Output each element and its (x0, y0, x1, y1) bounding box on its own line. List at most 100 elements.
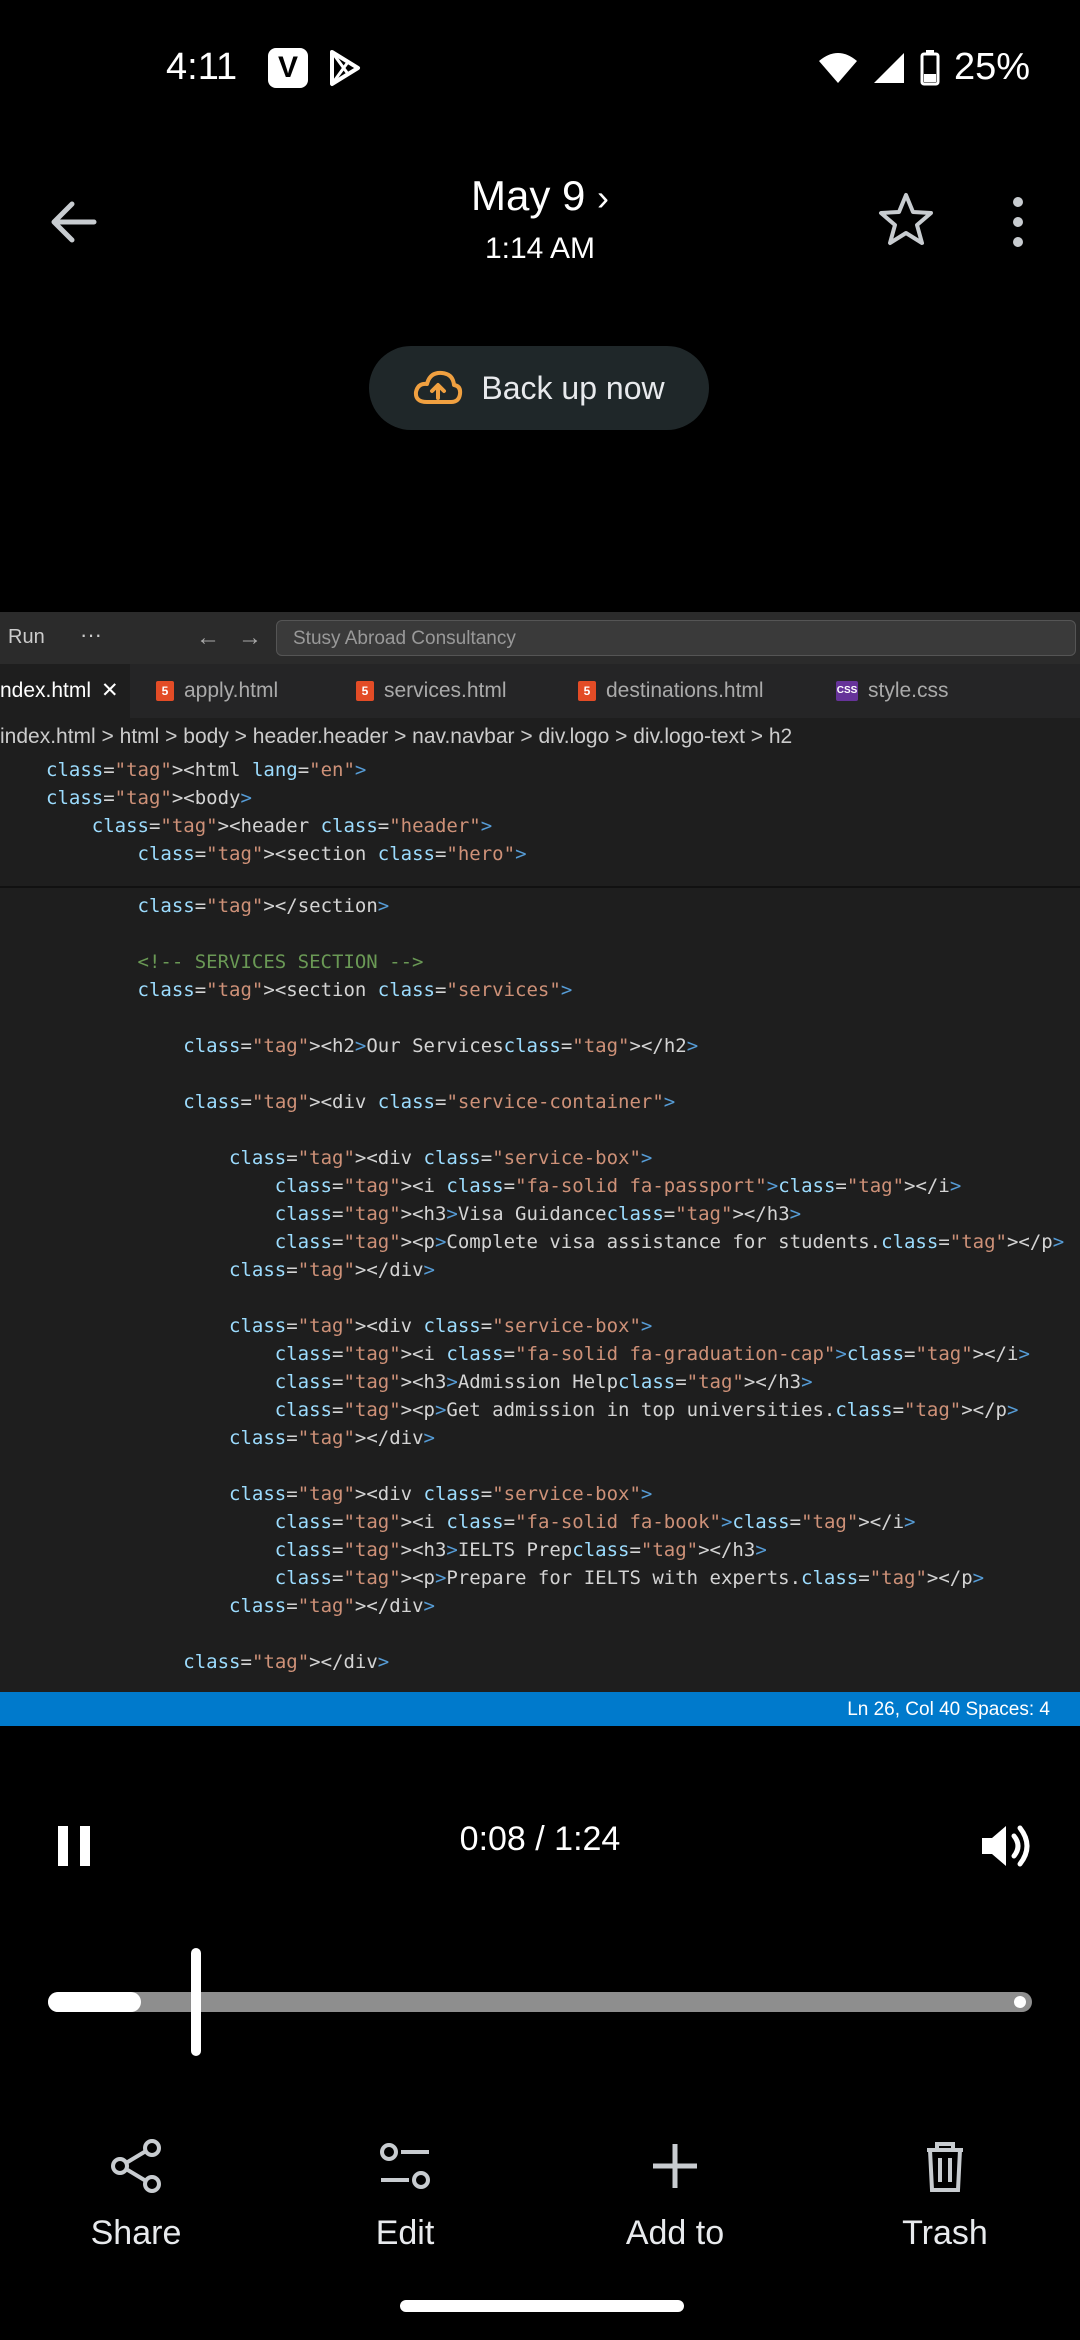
back-up-label: Back up now (481, 369, 665, 406)
code-line: class="tag"><div class="service-containe… (183, 1091, 676, 1113)
tab-index: ndex.html ✕ (0, 664, 130, 718)
code-line: <!-- SERVICES SECTION --> (46, 951, 424, 973)
seek-thumb[interactable] (191, 1948, 202, 2056)
code-line: class="tag"><div class="service-box"> (229, 1315, 653, 1337)
nav-arrows-icon: ←→ (196, 624, 280, 651)
code-line: class="tag"><p>Complete visa assistance … (274, 1231, 1065, 1253)
code-line: class="tag"><body> (46, 787, 252, 809)
crumb: index.html (0, 725, 96, 748)
code-line: class="tag"><p>Prepare for IELTS with ex… (274, 1567, 985, 1589)
edit-label: Edit (375, 2214, 435, 2252)
playback-time: 0:08 / 1:24 (459, 1820, 621, 1858)
more-horiz-icon: ··· (80, 622, 102, 647)
add-to-button[interactable]: Add to (575, 2136, 775, 2253)
tab-destinations: 5 destinations.html (578, 664, 764, 718)
home-indicator (400, 2300, 684, 2312)
tab-label: apply.html (184, 679, 279, 702)
code-line: class="tag"></div> (183, 1651, 390, 1673)
html5-icon: 5 (356, 681, 374, 701)
code-line: class="tag"><i class="fa-solid fa-passpo… (274, 1175, 962, 1197)
tab-services: 5 services.html (356, 664, 507, 718)
cloud-upload-icon (414, 370, 463, 404)
html5-icon: 5 (156, 681, 174, 701)
edit-sliders-icon (380, 2143, 430, 2189)
share-button[interactable]: Share (36, 2136, 236, 2253)
tab-label: services.html (384, 679, 507, 702)
code-line: class="tag"><section class="hero"> (137, 843, 527, 865)
close-icon: ✕ (101, 679, 119, 702)
crumb: nav.navbar (412, 725, 515, 748)
editor-search-box: Stusy Abroad Consultancy (276, 620, 1076, 656)
chevron-right-icon: › (597, 177, 610, 218)
sticky-scroll-code: class="tag"><html lang="en"> class="tag">… (0, 756, 1080, 888)
tab-label: style.css (868, 679, 949, 702)
date-text: May 9 (470, 172, 586, 219)
cursor-position: Ln 26, Col 40 Spaces: 4 (847, 1699, 1050, 1720)
code-line: class="tag"></section> (137, 895, 390, 917)
crumb: h2 (768, 725, 793, 748)
trash-button[interactable]: Trash (845, 2136, 1045, 2253)
wifi-icon (818, 52, 857, 83)
crumb: div.logo (538, 725, 610, 748)
editor-titlebar: Run ··· ←→ Stusy Abroad Consultancy (0, 612, 1080, 664)
status-app-icons: V (268, 48, 364, 88)
edit-button[interactable]: Edit (305, 2136, 505, 2253)
status-time: 4:11 (166, 46, 238, 88)
add-icon (653, 2144, 697, 2188)
star-icon[interactable] (876, 190, 936, 250)
add-to-label: Add to (625, 2214, 725, 2252)
code-line: class="tag"><h2>Our Servicesclass="tag">… (183, 1035, 699, 1057)
tab-label: ndex.html (0, 679, 92, 702)
status-right: 25% (818, 46, 1030, 89)
trash-label: Trash (902, 2214, 988, 2252)
code-line: class="tag"><i class="fa-solid fa-gradua… (274, 1343, 1030, 1365)
code-line: class="tag"></div> (229, 1427, 435, 1449)
code-line: class="tag"><p>Get admission in top univ… (274, 1399, 1019, 1421)
crumb: div.logo-text (633, 725, 745, 748)
crumb: html (119, 725, 160, 748)
v-app-icon: V (268, 48, 308, 88)
signal-icon (873, 52, 904, 83)
editor-tabs: ndex.html ✕ 5 apply.html 5 services.html… (0, 664, 1080, 718)
share-icon (111, 2139, 161, 2193)
code-line: class="tag"><h3>IELTS Prepclass="tag"></… (274, 1539, 767, 1561)
code-line: class="tag"></div> (229, 1259, 435, 1281)
crumb: header.header (252, 725, 389, 748)
tab-apply: 5 apply.html (156, 664, 278, 718)
html5-icon: 5 (578, 681, 596, 701)
editor-breadcrumb: index.html > html > body > header.header… (0, 725, 793, 748)
css-icon: CSS (836, 681, 858, 701)
tab-style: CSS style.css (836, 664, 949, 718)
code-line: class="tag"><section class="services"> (137, 979, 573, 1001)
back-up-now-button[interactable]: Back up now (369, 346, 709, 430)
more-vert-icon[interactable] (1000, 194, 1036, 250)
editor-statusbar: Ln 26, Col 40 Spaces: 4 (0, 1692, 1080, 1726)
run-menu: Run (8, 626, 45, 648)
volume-icon[interactable] (978, 1818, 1034, 1874)
code-line: class="tag"><h3>Visa Guidanceclass="tag"… (274, 1203, 802, 1225)
share-label: Share (90, 2214, 182, 2252)
seek-progress (48, 1992, 142, 2012)
seek-bar[interactable] (48, 1948, 1032, 2056)
tab-label: destinations.html (606, 679, 764, 702)
trash-icon (927, 2142, 963, 2192)
crumb: body (183, 725, 229, 748)
code-line: class="tag"><h3>Admission Helpclass="tag… (274, 1371, 813, 1393)
battery-percent: 25% (953, 46, 1030, 88)
code-line: class="tag"><div class="service-box"> (229, 1147, 653, 1169)
code-line: class="tag"><i class="fa-solid fa-book">… (274, 1511, 916, 1533)
code-view: class="tag"></section> <!-- SERVICES SEC… (0, 892, 1080, 1676)
play-store-icon (330, 50, 360, 86)
code-line: class="tag"><div class="service-box"> (229, 1483, 653, 1505)
battery-icon (920, 49, 940, 85)
code-line: class="tag"></div> (229, 1595, 435, 1617)
video-frame-editor: Run ··· ←→ Stusy Abroad Consultancy ndex… (0, 612, 1080, 1726)
code-line: class="tag"><header class="header"> (91, 815, 493, 837)
